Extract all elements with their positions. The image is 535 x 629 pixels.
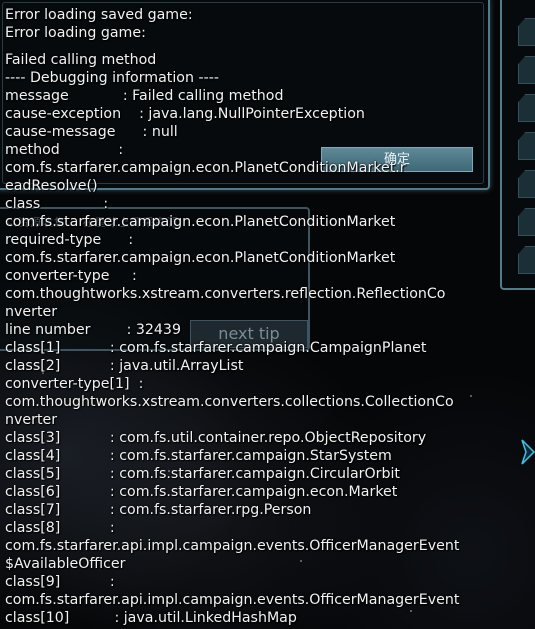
error-log-line: class[6] : com.fs.starfarer.campaign.eco…	[5, 484, 398, 500]
error-log-line: class[7] : com.fs.starfarer.rpg.Person	[5, 502, 312, 518]
error-log-line: class[2] : java.util.ArrayList	[5, 358, 244, 374]
error-log-line: line number : 32439	[5, 322, 181, 338]
error-log-line: ---- Debugging information ----	[5, 70, 219, 86]
error-log-line: cause-exception : java.lang.NullPointerE…	[5, 106, 365, 122]
error-log-line: cause-message : null	[5, 124, 178, 140]
error-log-line: nverter	[5, 412, 58, 428]
error-log: Error loading saved game: Error loading g…	[5, 6, 535, 627]
error-log-line: required-type :	[5, 232, 134, 248]
error-log-line: class[3] : com.fs.util.container.repo.Ob…	[5, 430, 427, 446]
error-log-line: com.fs.starfarer.campaign.econ.PlanetCon…	[5, 214, 396, 230]
error-log-line: converter-type[1] :	[5, 376, 144, 392]
error-log-line: Error loading game:	[5, 25, 146, 41]
error-log-line: com.thoughtworks.xstream.converters.coll…	[5, 394, 454, 410]
error-log-line: class[9] :	[5, 574, 115, 590]
error-log-line: $AvailableOfficer	[5, 556, 126, 572]
error-log-line: com.fs.starfarer.campaign.econ.PlanetCon…	[5, 250, 396, 266]
error-log-line: message : Failed calling method	[5, 88, 284, 104]
error-log-line: class[1] : com.fs.starfarer.campaign.Cam…	[5, 340, 427, 356]
error-log-line: eadResolve()	[5, 178, 98, 194]
error-log-line: com.fs.starfarer.campaign.econ.PlanetCon…	[5, 160, 406, 176]
error-log-line: class[5] : com.fs.starfarer.campaign.Cir…	[5, 466, 400, 482]
error-log-line: nverter	[5, 304, 58, 320]
error-log-line: com.fs.starfarer.api.impl.campaign.event…	[5, 538, 460, 554]
error-log-line	[5, 42, 535, 51]
error-log-line: class[4] : com.fs.starfarer.campaign.Sta…	[5, 448, 392, 464]
error-log-line: class :	[5, 196, 109, 212]
error-log-line: com.thoughtworks.xstream.converters.refl…	[5, 286, 446, 302]
error-log-line: converter-type :	[5, 268, 137, 284]
error-log-line: Error loading saved game:	[5, 7, 193, 23]
error-log-line: Failed calling method	[5, 52, 157, 68]
error-log-line: class[10] : java.util.LinkedHashMap	[5, 610, 297, 626]
error-log-line: com.fs.starfarer.api.impl.campaign.event…	[5, 592, 460, 608]
error-log-line: class[8] :	[5, 520, 115, 536]
error-log-line: method :	[5, 142, 124, 158]
